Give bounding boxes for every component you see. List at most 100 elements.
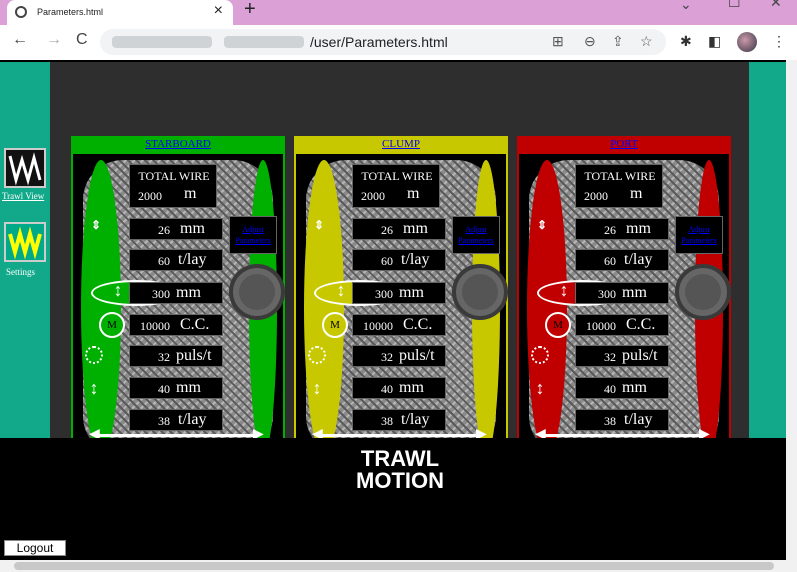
total-wire-label: TOTAL WIRE xyxy=(584,169,656,183)
lay2-box[interactable]: 38 t/lay xyxy=(129,409,223,431)
lay2-box[interactable]: 38 t/lay xyxy=(352,409,446,431)
restore-window-button[interactable]: ☐ xyxy=(728,0,741,11)
lay2-value: 38 xyxy=(381,414,393,428)
drum-diameter-value: 300 xyxy=(375,287,393,301)
pulses-value: 32 xyxy=(158,350,170,364)
pulses-box[interactable]: 32 puls/t xyxy=(575,345,669,367)
tab-strip: Parameters.html × + ⌄ ☐ ✕ xyxy=(0,0,797,25)
sensor-icon xyxy=(531,346,549,364)
adjust-parameters-link[interactable]: Adjust Parameters xyxy=(229,216,277,254)
trawl-view-link[interactable]: Trawl View xyxy=(2,191,44,201)
profile-avatar[interactable] xyxy=(737,32,757,52)
drum-flange-left xyxy=(81,160,121,456)
url-host-blurred xyxy=(112,36,212,48)
motor-cc-unit: C.C. xyxy=(180,316,210,333)
drum-diameter-value: 300 xyxy=(598,287,616,301)
adjust-parameters-link[interactable]: Adjust Parameters xyxy=(452,216,500,254)
width-box[interactable]: 40 mm xyxy=(352,377,446,399)
url-path-blurred xyxy=(224,36,304,48)
pulses-unit: puls/t xyxy=(399,347,435,364)
motor-cc-unit: C.C. xyxy=(626,316,656,333)
width-unit: mm xyxy=(622,379,647,396)
settings-label: Settings xyxy=(6,267,36,277)
logo-line-1: TRAWL xyxy=(360,446,440,471)
forward-button[interactable]: → xyxy=(46,31,62,49)
lay2-value: 38 xyxy=(604,414,616,428)
drum-diameter-box[interactable]: 300 mm xyxy=(129,282,223,304)
trawl-view-icon[interactable] xyxy=(4,148,46,188)
close-window-button[interactable]: ✕ xyxy=(770,0,782,11)
diameter-box[interactable]: 26 mm xyxy=(352,218,446,240)
diameter-arrow-icon: ⇕ xyxy=(536,218,548,232)
drum-diameter-box[interactable]: 300 mm xyxy=(575,282,669,304)
total-wire-box[interactable]: TOTAL WIRE 2000 m xyxy=(129,164,217,208)
drum-diameter-value: 300 xyxy=(152,287,170,301)
pulses-box[interactable]: 32 puls/t xyxy=(129,345,223,367)
drum-wheel xyxy=(675,264,731,320)
width-value: 40 xyxy=(381,382,393,396)
panel-title[interactable]: STARBOARD xyxy=(73,138,283,154)
lay2-unit: t/lay xyxy=(401,411,430,428)
back-button[interactable]: ← xyxy=(12,31,28,49)
extensions-icon[interactable]: ✱ xyxy=(680,33,692,50)
lay-box[interactable]: 60 t/lay xyxy=(129,249,223,271)
settings-icon[interactable] xyxy=(4,222,46,262)
adjust-parameters-link[interactable]: Adjust Parameters xyxy=(675,216,723,254)
total-wire-value: 2000 xyxy=(138,189,162,203)
zoom-icon[interactable]: ⊖ xyxy=(584,33,596,50)
pulses-unit: puls/t xyxy=(622,347,658,364)
length-arrow-line xyxy=(543,434,703,437)
width-box[interactable]: 40 mm xyxy=(575,377,669,399)
panel-title[interactable]: PORT xyxy=(519,138,729,154)
total-wire-box[interactable]: TOTAL WIRE 2000 m xyxy=(352,164,440,208)
motor-button[interactable]: M xyxy=(322,312,348,338)
motor-cc-unit: C.C. xyxy=(403,316,433,333)
motor-button[interactable]: M xyxy=(545,312,571,338)
new-tab-button[interactable]: + xyxy=(244,0,256,21)
reload-button[interactable]: C xyxy=(76,31,88,49)
logo-line-2: MOTION xyxy=(356,468,444,493)
motor-cc-box[interactable]: 10000 C.C. xyxy=(575,314,669,336)
motor-cc-box[interactable]: 10000 C.C. xyxy=(129,314,223,336)
lay-unit: t/lay xyxy=(624,251,653,268)
logout-button[interactable]: Logout xyxy=(4,540,66,556)
diameter-box[interactable]: 26 mm xyxy=(129,218,223,240)
tab-search-icon[interactable]: ⌄ xyxy=(680,0,692,13)
lay2-value: 38 xyxy=(158,414,170,428)
scrollbar-thumb[interactable] xyxy=(14,562,774,570)
sensor-icon xyxy=(85,346,103,364)
diameter-arrow-icon: ⇕ xyxy=(90,218,102,232)
pulses-box[interactable]: 32 puls/t xyxy=(352,345,446,367)
width-box[interactable]: 40 mm xyxy=(129,377,223,399)
drum-height-arrow-icon: ↕ xyxy=(336,280,346,300)
motor-cc-value: 10000 xyxy=(586,319,616,333)
horizontal-scrollbar[interactable] xyxy=(0,560,797,572)
total-wire-unit: m xyxy=(184,185,197,202)
browser-tab[interactable]: Parameters.html × xyxy=(7,0,233,25)
bookmark-star-icon[interactable]: ☆ xyxy=(640,33,653,50)
lay2-box[interactable]: 38 t/lay xyxy=(575,409,669,431)
drum-wheel xyxy=(229,264,285,320)
vertical-scrollbar[interactable] xyxy=(786,60,797,560)
drum-height-arrow-icon: ↕ xyxy=(113,280,123,300)
lay-box[interactable]: 60 t/lay xyxy=(575,249,669,271)
lay2-unit: t/lay xyxy=(178,411,207,428)
drum-diameter-box[interactable]: 300 mm xyxy=(352,282,446,304)
menu-kebab-icon[interactable]: ⋮ xyxy=(772,33,786,50)
motor-cc-box[interactable]: 10000 C.C. xyxy=(352,314,446,336)
address-bar[interactable]: /user/Parameters.html ⊞ ⊖ ⇪ ☆ xyxy=(100,29,666,55)
side-panel-icon[interactable]: ◧ xyxy=(708,33,721,50)
panel-title[interactable]: CLUMP xyxy=(296,138,506,154)
length-arrow-line xyxy=(97,434,257,437)
tab-close-icon[interactable]: × xyxy=(214,2,223,20)
lay-box[interactable]: 60 t/lay xyxy=(352,249,446,271)
motor-button[interactable]: M xyxy=(99,312,125,338)
share-icon[interactable]: ⇪ xyxy=(612,33,624,50)
url-text: /user/Parameters.html xyxy=(310,34,448,50)
diameter-box[interactable]: 26 mm xyxy=(575,218,669,240)
drum-diameter-unit: mm xyxy=(622,284,647,301)
diameter-unit: mm xyxy=(403,220,428,237)
motor-cc-value: 10000 xyxy=(140,319,170,333)
translate-icon[interactable]: ⊞ xyxy=(552,33,564,50)
total-wire-box[interactable]: TOTAL WIRE 2000 m xyxy=(575,164,663,208)
